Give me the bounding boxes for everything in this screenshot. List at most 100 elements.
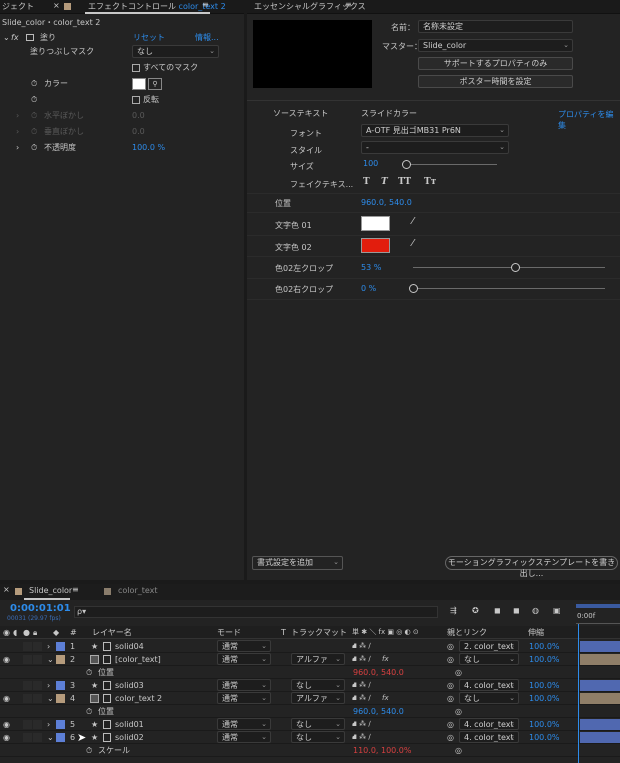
stretch-value[interactable]: 100.0% <box>529 640 560 653</box>
matte-header[interactable]: トラックマット <box>291 626 347 639</box>
draft-3d-icon[interactable]: ✪ <box>472 606 479 615</box>
parent-dropdown[interactable]: 4. color_text ⌄ <box>459 718 519 730</box>
stretch-value[interactable]: 100.0% <box>529 653 560 666</box>
fx-icon[interactable]: fx <box>382 653 389 666</box>
solo-toggle[interactable] <box>23 642 32 651</box>
size-slider-knob[interactable] <box>402 160 411 169</box>
stretch-header[interactable]: 伸縮 <box>528 626 544 639</box>
eye-icon[interactable]: ◉ <box>3 692 10 705</box>
stopwatch-icon[interactable]: ⏱ <box>86 666 92 679</box>
panel-menu-icon[interactable]: ≡ <box>345 0 352 9</box>
size-value[interactable]: 100 <box>363 159 378 168</box>
chevron-right-icon[interactable]: › <box>47 679 50 692</box>
label-color[interactable] <box>56 694 65 703</box>
style-dropdown[interactable]: - ⌄ <box>361 141 509 154</box>
parent-dropdown[interactable]: 4. color_text ⌄ <box>459 679 519 691</box>
layer-name[interactable]: solid04 <box>115 640 144 653</box>
layer-switches[interactable]: ⛘ ⁂ ∕ <box>352 692 371 705</box>
parent-dropdown[interactable]: なし ⌄ <box>459 692 519 704</box>
stretch-value[interactable]: 100.0% <box>529 718 560 731</box>
stopwatch-icon[interactable]: ⏱ <box>31 76 37 92</box>
mode-dropdown[interactable]: 通常 ⌄ <box>217 640 271 652</box>
chevron-right-icon[interactable]: › <box>47 718 50 731</box>
parent-pickwhip-icon[interactable]: ◎ <box>447 718 454 731</box>
property-value[interactable]: 960.0, 540.0 <box>353 705 404 718</box>
stretch-value[interactable]: 100.0% <box>529 731 560 744</box>
solo-toggle[interactable] <box>23 694 32 703</box>
parent-pickwhip-icon[interactable]: ◎ <box>447 679 454 692</box>
parent-dropdown[interactable]: 4. color_text ⌄ <box>459 731 519 743</box>
matte-dropdown[interactable]: アルファ ⌄ <box>291 692 345 704</box>
chevron-down-icon[interactable]: ⌄ <box>47 692 54 705</box>
lock-toggle[interactable] <box>33 733 42 742</box>
solo-toggle[interactable] <box>23 733 32 742</box>
layer-duration-bar[interactable] <box>580 680 620 691</box>
layer-duration-bar[interactable] <box>580 693 620 704</box>
mask-dropdown[interactable]: なし ⌄ <box>132 45 219 58</box>
close-icon[interactable]: × <box>53 1 60 10</box>
label-color[interactable] <box>56 733 65 742</box>
crop-left-slider-knob[interactable] <box>510 263 520 272</box>
mode-dropdown[interactable]: 通常 ⌄ <box>217 718 271 730</box>
matte-dropdown[interactable]: なし ⌄ <box>291 679 345 691</box>
invert-checkbox[interactable]: 反転 <box>132 92 159 108</box>
lock-toggle[interactable] <box>33 642 42 651</box>
parent-header[interactable]: 親とリンク <box>447 626 487 639</box>
expression-pickwhip-icon[interactable]: ◎ <box>455 666 462 679</box>
crop-right-slider-knob[interactable] <box>409 284 418 293</box>
color-swatch[interactable] <box>132 78 146 90</box>
layer-name[interactable]: solid03 <box>115 679 144 692</box>
expression-pickwhip-icon[interactable]: ◎ <box>455 705 462 718</box>
shy-icon[interactable]: ◼ <box>494 606 501 615</box>
layer-switches[interactable]: ⛘ ⁂ ∕ <box>352 653 371 666</box>
motion-blur-icon[interactable]: ◍ <box>532 606 539 615</box>
layer-switches[interactable]: ⛘ ⁂ ∕ <box>352 679 371 692</box>
layer-duration-bar[interactable] <box>580 641 620 652</box>
chevron-right-icon[interactable]: › <box>16 124 19 140</box>
chevron-right-icon[interactable]: › <box>16 140 19 156</box>
chevron-down-icon[interactable]: ⌄ <box>47 653 54 666</box>
layer-row[interactable]: › 1 ★ solid04 通常 ⌄ ⛘ ⁂ ∕ ◎ 2. color_text ⌄ 100.0% <box>0 640 620 653</box>
parent-pickwhip-icon[interactable]: ◎ <box>447 692 454 705</box>
chevron-right-icon[interactable]: › <box>16 108 19 124</box>
eye-icon[interactable]: ◉ <box>3 718 10 731</box>
parent-pickwhip-icon[interactable]: ◎ <box>447 731 454 744</box>
name-field[interactable]: 名称未設定 <box>418 20 573 33</box>
support-props-button[interactable]: サポートするプロパティのみ <box>418 57 573 70</box>
crop-right-slider-track[interactable] <box>413 288 605 289</box>
eyedropper-icon[interactable]: ⁄ <box>412 216 414 227</box>
layer-switches[interactable]: ⛘ ⁂ ∕ <box>352 640 371 653</box>
layer-name-header[interactable]: レイヤー名 <box>92 626 132 639</box>
layer-duration-bar[interactable] <box>580 654 620 665</box>
master-dropdown[interactable]: Slide_color ⌄ <box>418 39 573 52</box>
color01-swatch[interactable] <box>361 216 390 231</box>
export-mogrt-button[interactable]: モーショングラフィックステンプレートを書き出し... <box>445 556 618 578</box>
stopwatch-icon[interactable]: ⏱ <box>31 140 37 156</box>
eye-toggle[interactable] <box>3 640 11 648</box>
tab-color-text[interactable]: color_text <box>118 586 158 595</box>
faux-bold-button[interactable]: T <box>363 177 370 187</box>
matte-dropdown[interactable]: なし ⌄ <box>291 718 345 730</box>
all-caps-button[interactable]: TT <box>398 177 411 187</box>
poster-time-button[interactable]: ポスター時間を設定 <box>418 75 573 88</box>
parent-dropdown[interactable]: なし ⌄ <box>459 653 519 665</box>
panel-menu-icon[interactable]: ≡ <box>202 0 209 9</box>
layer-name[interactable]: [color_text] <box>115 653 161 666</box>
mode-dropdown[interactable]: 通常 ⌄ <box>217 653 271 665</box>
mode-dropdown[interactable]: 通常 ⌄ <box>217 731 271 743</box>
work-area-bar[interactable] <box>576 604 620 608</box>
eyedropper-icon[interactable]: ⁄ <box>412 238 414 249</box>
color02-swatch[interactable] <box>361 238 390 253</box>
tab-project[interactable]: ジェクト <box>2 1 34 12</box>
small-caps-button[interactable]: Tт <box>424 177 436 187</box>
expression-pickwhip-icon[interactable]: ◎ <box>455 744 462 757</box>
comp-flowchart-icon[interactable]: ⇶ <box>450 606 457 615</box>
chevron-right-icon[interactable]: › <box>47 640 50 653</box>
property-value[interactable]: 960.0, 540.0 <box>353 666 404 679</box>
parent-pickwhip-icon[interactable]: ◎ <box>447 653 454 666</box>
layer-row[interactable]: › 3 ★ solid03 通常 ⌄ なし ⌄ ⛘ ⁂ ∕ ◎ 4. color_text ⌄ 100.… <box>0 679 620 692</box>
layer-name[interactable]: solid01 <box>115 718 144 731</box>
add-format-dropdown[interactable]: 書式設定を追加 ⌄ <box>252 556 343 570</box>
layer-switches[interactable]: ⛘ ⁂ ∕ <box>352 731 371 744</box>
search-input[interactable]: ρ▾ <box>74 606 438 618</box>
